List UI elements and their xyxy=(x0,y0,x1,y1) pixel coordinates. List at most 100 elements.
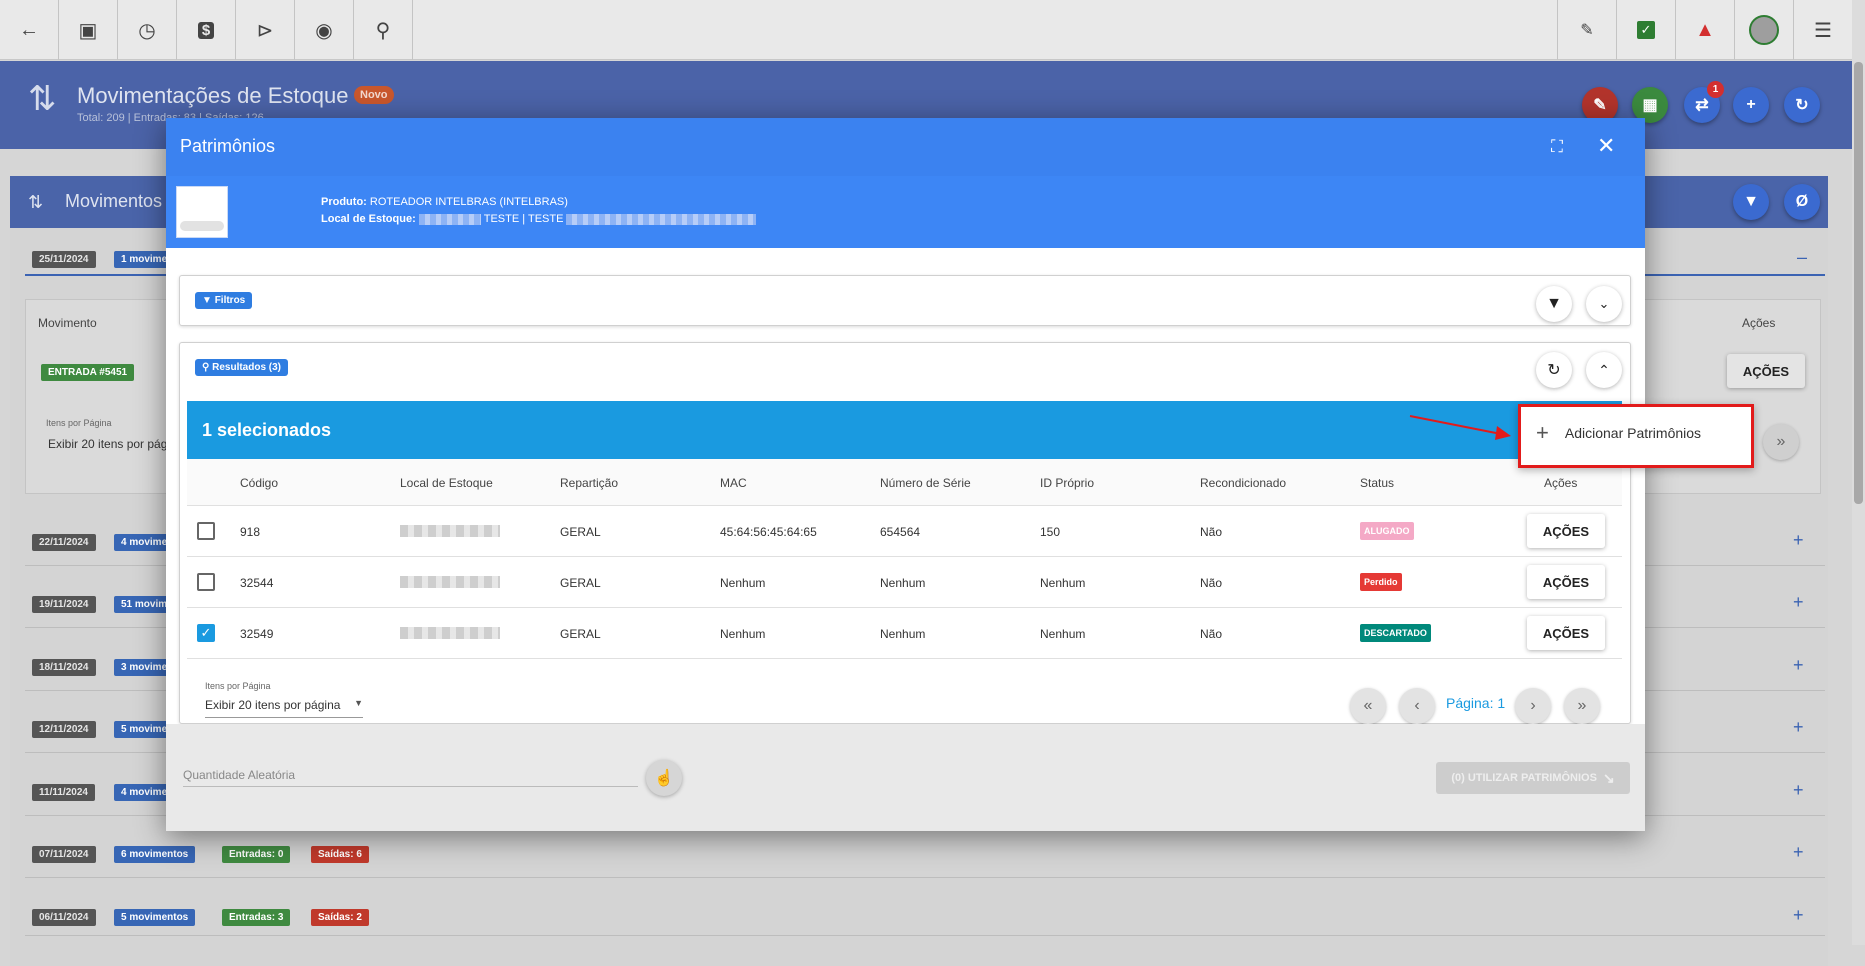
cell-reparticao: GERAL xyxy=(560,525,601,539)
cell-serie: 654564 xyxy=(880,525,921,539)
filters-chip[interactable]: ▼ Filtros xyxy=(195,292,253,309)
product-value: ROTEADOR INTELBRAS (INTELBRAS) xyxy=(369,196,568,208)
filters-panel xyxy=(179,275,1631,326)
cell-mac: Nenhum xyxy=(720,576,766,590)
status-badge: DESCARTADO xyxy=(1360,624,1431,642)
dropdown-arrow-icon: ▼ xyxy=(354,698,363,708)
acoes-button[interactable]: AÇÕES xyxy=(1527,616,1605,650)
search-icon[interactable]: ⚲ xyxy=(354,0,413,60)
cell-codigo: 32549 xyxy=(240,627,274,641)
user-avatar-icon[interactable] xyxy=(1734,0,1793,60)
results-label: Resultados (3) xyxy=(212,362,282,373)
add-button[interactable]: + xyxy=(1733,87,1769,123)
cell-id: Nenhum xyxy=(1040,576,1086,590)
chevron-down-icon[interactable]: ⌄ xyxy=(1586,286,1622,322)
expand-icon[interactable]: + xyxy=(1793,717,1804,738)
hide-button[interactable]: Ø xyxy=(1784,184,1820,220)
last-page-button[interactable]: » xyxy=(1564,688,1600,724)
saidas-pill: Saídas: 6 xyxy=(311,846,369,863)
entradas-pill: Entradas: 0 xyxy=(222,846,291,863)
expand-icon[interactable]: + xyxy=(1793,655,1804,676)
row-checkbox[interactable] xyxy=(197,573,215,591)
product-line: Produto: ROTEADOR INTELBRAS (INTELBRAS) xyxy=(321,196,568,208)
cell-serie: Nenhum xyxy=(880,576,926,590)
back-arrow-icon[interactable]: ← xyxy=(0,0,59,60)
product-image xyxy=(176,186,228,238)
entradas-pill: Entradas: 3 xyxy=(222,909,291,926)
expand-icon[interactable]: + xyxy=(1793,780,1804,801)
movements-pill: 5 movimentos xyxy=(114,909,196,926)
cell-mac: Nenhum xyxy=(720,627,766,641)
eye-icon[interactable]: ◉ xyxy=(295,0,354,60)
filter-button[interactable]: ▼ xyxy=(1733,184,1769,220)
redacted-text xyxy=(566,213,757,225)
cell-recond: Não xyxy=(1200,627,1223,641)
cell-mac: 45:64:56:45:64:65 xyxy=(720,525,817,539)
per-page-select[interactable]: Exibir 20 itens por página ▼ xyxy=(205,698,363,718)
results-chip[interactable]: ⚲ Resultados (3) xyxy=(195,359,289,376)
dollar-icon[interactable]: $ xyxy=(177,0,236,60)
expand-icon[interactable]: + xyxy=(1793,530,1804,551)
scrollbar-thumb[interactable] xyxy=(1854,62,1863,504)
col-status: Status xyxy=(1360,476,1395,490)
expand-icon[interactable]: + xyxy=(1793,592,1804,613)
terminal-icon[interactable]: ⊳ xyxy=(236,0,295,60)
annotation-arrow xyxy=(1409,415,1511,440)
clear-filter-button[interactable]: ▼ xyxy=(1536,286,1572,322)
movements-title: Movimentos xyxy=(65,191,163,211)
date-badge: 25/11/2024 xyxy=(32,251,96,268)
pdf-icon[interactable]: ✎ xyxy=(1557,0,1616,60)
acoes-button[interactable]: AÇÕES xyxy=(1527,565,1605,599)
status-badge: Perdido xyxy=(1360,573,1402,591)
acoes-button[interactable]: AÇÕES xyxy=(1727,354,1805,388)
movements-pill: 6 movimentos xyxy=(114,846,196,863)
close-icon[interactable]: ✕ xyxy=(1597,133,1615,159)
per-page-select[interactable]: Exibir 20 itens por página xyxy=(48,437,183,451)
acoes-button[interactable]: AÇÕES xyxy=(1527,514,1605,548)
col-recond: Recondicionado xyxy=(1200,476,1287,490)
last-page-button[interactable]: » xyxy=(1763,424,1799,460)
status-badge: ALUGADO xyxy=(1360,522,1414,540)
use-button-label: (0) UTILIZAR PATRIMÔNIOS xyxy=(1451,772,1597,784)
alarm-icon[interactable]: ▲ xyxy=(1675,0,1734,60)
fullscreen-icon[interactable]: ⛶ xyxy=(1551,137,1563,157)
expand-icon[interactable]: + xyxy=(1793,905,1804,926)
date-badge: 18/11/2024 xyxy=(32,659,96,676)
pointer-button[interactable]: ☝ xyxy=(646,760,682,796)
menu-item-add-patrimonios[interactable]: + Adicionar Patrimônios xyxy=(1536,422,1701,444)
chevron-up-icon[interactable]: ⌃ xyxy=(1586,352,1622,388)
local-label: Local de Estoque: xyxy=(321,213,416,225)
date-badge: 19/11/2024 xyxy=(32,596,96,613)
cell-codigo: 918 xyxy=(240,525,261,539)
check-chat-icon[interactable]: ✓ xyxy=(1616,0,1675,60)
use-patrimonios-button[interactable]: (0) UTILIZAR PATRIMÔNIOS ↘ xyxy=(1436,762,1630,794)
per-page-label: Itens por Página xyxy=(46,418,112,428)
calendar-clock-icon[interactable]: ◷ xyxy=(118,0,177,60)
random-qty-input[interactable]: Quantidade Aleatória xyxy=(183,768,638,787)
filters-label: Filtros xyxy=(214,295,246,306)
top-toolbar: ← ▣ ◷ $ ⊳ ◉ ⚲ ✎ ✓ ▲ ☰ xyxy=(0,0,1852,60)
cell-recond: Não xyxy=(1200,525,1223,539)
router-icon xyxy=(180,221,224,231)
col-movimento: Movimento xyxy=(38,316,97,330)
contact-icon[interactable]: ▣ xyxy=(59,0,118,60)
cell-reparticao: GERAL xyxy=(560,627,601,641)
col-reparticao: Repartição xyxy=(560,476,619,490)
divider xyxy=(25,877,1825,878)
collapse-icon[interactable]: – xyxy=(1797,247,1807,268)
col-id: ID Próprio xyxy=(1040,476,1095,490)
menu-icon[interactable]: ☰ xyxy=(1793,0,1852,60)
prev-page-button[interactable]: ‹ xyxy=(1399,688,1435,724)
local-value: TESTE | TESTE xyxy=(483,213,564,225)
expand-icon[interactable]: + xyxy=(1793,842,1804,863)
local-line: Local de Estoque: TESTE | TESTE xyxy=(321,213,757,225)
product-info-bar xyxy=(166,176,1645,248)
refresh-results-button[interactable]: ↻ xyxy=(1536,352,1572,388)
per-page-label: Itens por Página xyxy=(205,681,271,691)
row-checkbox[interactable] xyxy=(197,522,215,540)
refresh-button[interactable]: ↻ xyxy=(1784,87,1820,123)
per-page-value: Exibir 20 itens por página xyxy=(205,698,341,712)
row-checkbox-checked[interactable]: ✓ xyxy=(197,624,215,642)
next-page-button[interactable]: › xyxy=(1515,688,1551,724)
first-page-button[interactable]: « xyxy=(1350,688,1386,724)
